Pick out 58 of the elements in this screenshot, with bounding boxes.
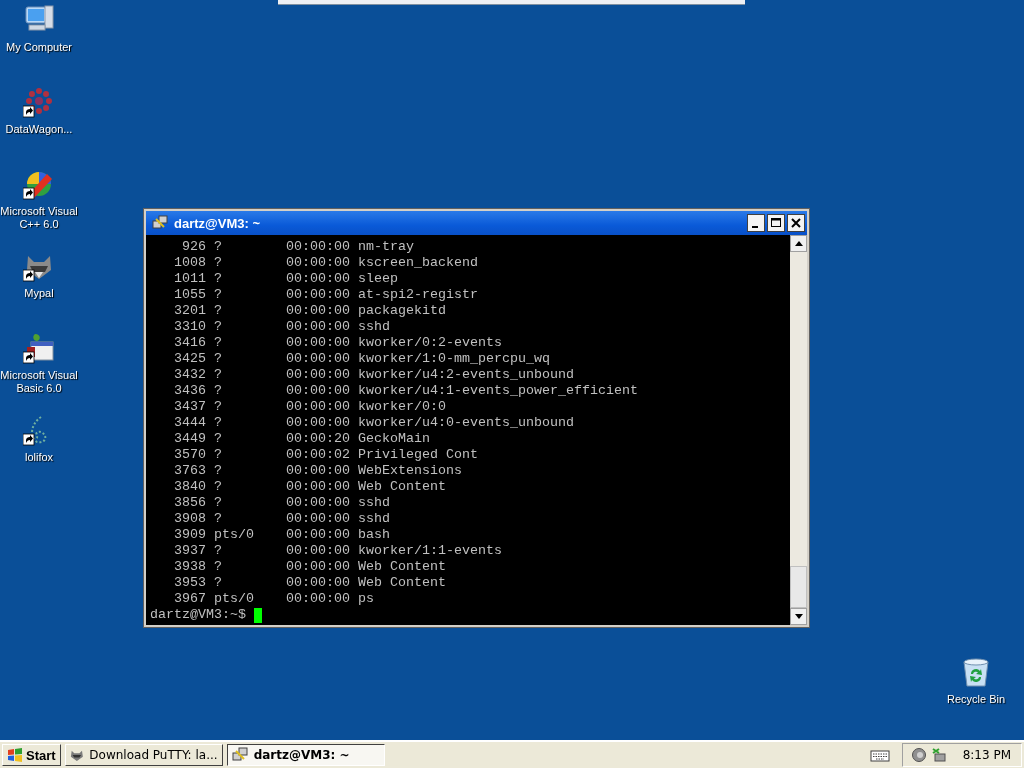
terminal-line: 3436 ? 00:00:00 kworker/u4:1-events_power_efficient [173,383,639,399]
window-title: dartz@VM3: ~ [174,215,261,231]
computers-icon [152,215,168,231]
terminal-line: 1055 ? 00:00:00 at-spi2-registr [173,287,479,303]
terminal-line: 3201 ? 00:00:00 packagekitd [173,303,447,319]
scroll-up-button[interactable] [790,235,807,252]
terminal-line: 3909 pts/0 00:00:00 bash [173,527,391,543]
icon-label[interactable]: My Computer [6,41,72,54]
icon-label[interactable]: Microsoft Visual C++ 6.0 [0,205,78,231]
terminal-line: 3310 ? 00:00:00 sshd [173,319,391,335]
terminal-line: 1008 ? 00:00:00 kscreen_backend [173,255,479,271]
icon-label[interactable]: Mypal [24,287,54,300]
speaker-icon[interactable] [910,747,927,763]
minimize-button[interactable] [747,214,765,232]
terminal-line: 3416 ? 00:00:00 kworker/0:2-events [173,335,503,351]
text-cursor [254,607,262,623]
terminal-line: 926 ? 00:00:00 nm-tray [181,239,415,255]
scrollbar[interactable] [790,235,807,625]
terminal-line: 3937 ? 00:00:00 kworker/1:1-events [173,543,503,559]
icon-label[interactable]: DataWagon... [5,123,73,136]
recycle-bin-icon[interactable] [960,656,992,688]
icon-label[interactable]: lolifox [24,451,54,464]
up-arrow-icon [794,241,803,246]
clock[interactable]: 8:13 PM [962,748,1011,762]
scroll-thumb[interactable] [790,566,807,608]
app-window-icon[interactable] [23,332,55,364]
scroll-down-button[interactable] [790,608,807,625]
network-icon[interactable] [930,747,947,763]
terminal-line: 3840 ? 00:00:00 Web Content [173,479,447,495]
taskbar-button[interactable]: Download PuTTY: la... [64,744,223,766]
maximize-button[interactable] [767,214,785,232]
close-button[interactable] [787,214,805,232]
terminal-line: 3908 ? 00:00:00 sshd [173,511,391,527]
terminal-line: 3938 ? 00:00:00 Web Content [173,559,447,575]
dots-icon[interactable] [23,86,55,118]
terminal-line: 3444 ? 00:00:00 kworker/u4:0-events_unbound [173,415,575,431]
terminal-line: 3856 ? 00:00:00 sshd [173,495,391,511]
minimize-icon [751,226,758,228]
terminal-line: 3449 ? 00:00:20 GeckoMain [173,431,431,447]
close-icon [791,218,801,228]
icon-label[interactable]: Microsoft Visual Basic 6.0 [0,369,78,395]
down-arrow-icon [794,614,803,619]
windows-flag-icon [7,747,23,763]
icon-label[interactable]: Recycle Bin [946,693,1006,706]
terminal-line: 3763 ? 00:00:00 WebExtensions [173,463,463,479]
terminal-line: 3437 ? 00:00:00 kworker/0:0 [173,399,447,415]
terminal-line: 3570 ? 00:00:02 Privileged Cont [173,447,479,463]
maximize-icon [771,218,781,228]
terminal-line: 3967 pts/0 00:00:00 ps [173,591,375,607]
computers-icon [231,747,248,763]
taskbar-button[interactable]: dartz@VM3: ~ [226,744,385,766]
terminal-line: 1011 ? 00:00:00 sleep [173,271,399,287]
command-prompt: dartz@VM3:~$ [150,607,246,623]
terminal-line: 3953 ? 00:00:00 Web Content [173,575,447,591]
keyboard-icon[interactable] [869,748,890,762]
terminal-line: 3432 ? 00:00:00 kworker/u4:2-events_unbound [173,367,575,383]
start-button[interactable]: Start [2,744,61,766]
terminal-line: 3425 ? 00:00:00 kworker/1:0-mm_percpu_wq [173,351,551,367]
